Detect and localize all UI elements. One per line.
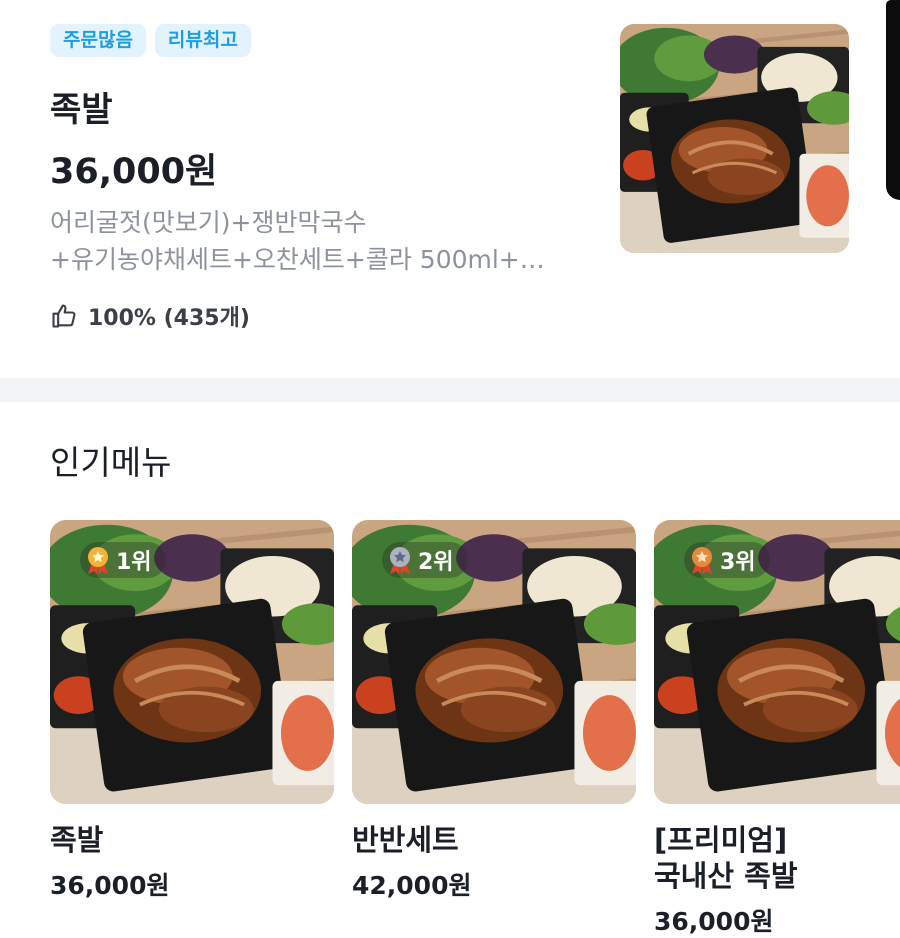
popular-item-price: 36,000원: [50, 871, 170, 900]
bronze-medal-icon: [692, 547, 712, 574]
popular-item-image[interactable]: 1위: [50, 520, 334, 804]
thumbs-up-icon: [52, 304, 76, 328]
description-line: 어리굴젓(맛보기)+쟁반막국수: [50, 208, 367, 237]
popular-item-2[interactable]: 2위 반반세트 42,000원: [352, 520, 636, 902]
rank-badge: 2위: [382, 542, 468, 578]
popular-item-name: 반반세트: [352, 823, 459, 857]
popular-item-price: 36,000원: [654, 907, 774, 936]
rating-text: 100% (435개): [88, 306, 250, 331]
popular-item-price: 42,000원: [352, 871, 472, 900]
popular-item-3[interactable]: 3위 [프리미엄] 국내산 족발 36,000원: [654, 520, 900, 938]
edge-decoration: [886, 0, 900, 200]
popular-item-1[interactable]: 1위 족발 36,000원: [50, 520, 334, 902]
popular-item-name: 족발: [50, 823, 104, 857]
gold-medal-icon: [88, 547, 108, 574]
badge-best-reviews: 리뷰최고: [154, 24, 251, 57]
rank-badge: 3위: [684, 542, 770, 578]
popular-item-image[interactable]: 3위: [654, 520, 900, 804]
name-line: 국내산 족발: [654, 859, 798, 893]
featured-item-description: 어리굴젓(맛보기)+쟁반막국수 +유기농야채세트+오찬세트+콜라 500ml+…: [50, 204, 590, 278]
popular-item-image[interactable]: 2위: [352, 520, 636, 804]
name-line: [프리미엄]: [654, 823, 788, 857]
featured-menu-item[interactable]: 주문많음 리뷰최고 족발 36,000원 어리굴젓(맛보기)+쟁반막국수 +유기…: [0, 0, 900, 378]
rank-label: 1위: [116, 550, 152, 575]
rank-badge: 1위: [80, 542, 166, 578]
popular-item-name: [프리미엄] 국내산 족발: [654, 822, 900, 894]
featured-rating: 100% (435개): [50, 300, 250, 332]
rank-label: 2위: [418, 550, 454, 575]
section-divider: [0, 378, 900, 402]
popular-menu-title: 인기메뉴: [50, 443, 172, 482]
featured-item-price: 36,000원: [50, 152, 218, 192]
rank-label: 3위: [720, 550, 756, 575]
featured-item-name: 족발: [50, 90, 113, 130]
silver-medal-icon: [390, 547, 410, 574]
description-line: +유기농야채세트+오찬세트+콜라 500ml+…: [50, 245, 545, 274]
featured-item-image[interactable]: [620, 24, 849, 253]
badge-list: 주문많음 리뷰최고: [50, 24, 251, 57]
badge-popular-orders: 주문많음: [50, 24, 146, 57]
